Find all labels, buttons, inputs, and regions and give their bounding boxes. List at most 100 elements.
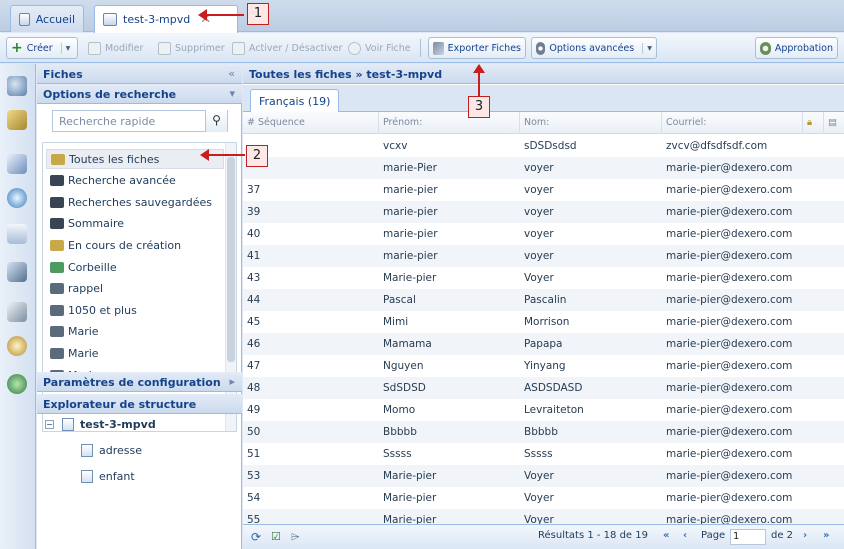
page-input[interactable]: 1	[730, 529, 766, 545]
search-icon[interactable]: ⚲	[205, 110, 227, 132]
table-row[interactable]: 44 Pascal Pascalin marie-pier@dexero.com	[243, 289, 844, 311]
network-icon[interactable]	[7, 76, 27, 96]
fiches-header[interactable]: Fiches «	[37, 64, 242, 84]
delete-icon	[158, 41, 171, 55]
list-item-label: Toutes les fiches	[69, 152, 160, 166]
table-cell: Marie-pier	[383, 272, 437, 284]
last-page-icon[interactable]: »	[823, 530, 829, 541]
tree-node-adresse[interactable]: adresse	[81, 444, 142, 457]
scrollbar-thumb[interactable]	[227, 157, 235, 362]
callout-arrow-1	[204, 14, 244, 16]
list-item[interactable]: Corbeille	[46, 257, 224, 277]
table-cell: Pascalin	[524, 294, 567, 306]
list-item[interactable]: Recherche avancée	[46, 171, 224, 191]
table-cell: Levraiteton	[524, 404, 584, 416]
tab-accueil[interactable]: Accueil	[10, 5, 84, 32]
tools-icon[interactable]	[7, 302, 27, 322]
table-row[interactable]: 54 Marie-pier Voyer marie-pier@dexero.com	[243, 487, 844, 509]
table-row[interactable]: 43 Marie-pier Voyer marie-pier@dexero.com	[243, 267, 844, 289]
table-row[interactable]: 50 Bbbbb Bbbbb marie-pier@dexero.com	[243, 421, 844, 443]
list-item[interactable]: Marie	[46, 322, 224, 342]
lock-icon[interactable]: 🔒︎	[803, 112, 824, 134]
table-row[interactable]: marie-Pier voyer marie-pier@dexero.com	[243, 157, 844, 179]
table-row[interactable]: 39 marie-pier voyer marie-pier@dexero.com	[243, 201, 844, 223]
cards-icon[interactable]	[7, 110, 27, 130]
column-courriel[interactable]: Courriel:	[662, 112, 803, 134]
chevron-down-icon[interactable]: ▾	[642, 42, 652, 54]
table-row[interactable]: 53 Marie-pier Voyer marie-pier@dexero.com	[243, 465, 844, 487]
approval-button[interactable]: Approbation	[755, 37, 838, 59]
list-item[interactable]: Toutes les fiches	[46, 149, 224, 169]
table-row[interactable]: 45 Mimi Morrison marie-pier@dexero.com	[243, 311, 844, 333]
list-item[interactable]: 1050 et plus	[46, 300, 224, 320]
search-settings-icon[interactable]	[7, 336, 27, 356]
create-button[interactable]: + Créer ▾	[6, 37, 78, 59]
form-icon	[62, 418, 74, 431]
table-row[interactable]: 46 Mamama Papapa marie-pier@dexero.com	[243, 333, 844, 355]
table-row[interactable]: vcxv sDSDsdsd zvcv@dfsdfsdf.com	[243, 135, 844, 157]
delete-button[interactable]: Supprimer	[154, 37, 229, 59]
modify-button[interactable]: Modifier	[84, 37, 147, 59]
columns-menu-icon[interactable]: ▤	[824, 112, 844, 134]
table-cell: Mamama	[383, 338, 432, 350]
list-item[interactable]: Recherches sauvegardées	[46, 192, 224, 212]
filter-icon[interactable]: ⌲	[291, 530, 300, 544]
chevron-down-icon[interactable]: ▾	[60, 42, 70, 54]
chart-icon[interactable]	[7, 224, 27, 244]
view-button[interactable]: Voir Fiche	[344, 37, 415, 59]
list-item[interactable]: Sommaire	[46, 214, 224, 234]
table-row[interactable]: 41 marie-pier voyer marie-pier@dexero.com	[243, 245, 844, 267]
next-page-icon[interactable]: ›	[803, 530, 807, 541]
table-cell: voyer	[524, 206, 554, 218]
tree-node-enfant[interactable]: enfant	[81, 470, 135, 483]
column-sequence[interactable]: # Séquence	[243, 112, 379, 134]
tree-collapse-icon[interactable]: −	[45, 420, 54, 429]
list-item[interactable]: rappel	[46, 279, 224, 299]
column-nom[interactable]: Nom:	[520, 112, 662, 134]
tree-root[interactable]: − test-3-mpvd	[45, 418, 156, 431]
card-edit-icon	[50, 239, 64, 251]
globe-settings-icon[interactable]	[7, 188, 27, 208]
table-row[interactable]: 40 marie-pier voyer marie-pier@dexero.com	[243, 223, 844, 245]
refresh-icon[interactable]: ⟳	[251, 530, 261, 544]
list-item[interactable]: En cours de création	[46, 235, 224, 255]
tab-test-3-mpvd[interactable]: test-3-mpvd ✕	[94, 5, 238, 33]
form-edit-icon[interactable]	[7, 154, 27, 174]
table-row[interactable]: 47 Nguyen Yinyang marie-pier@dexero.com	[243, 355, 844, 377]
list-item[interactable]: Marie	[46, 343, 224, 363]
advanced-label: Options avancées	[549, 42, 635, 54]
table-cell: 39	[247, 206, 261, 218]
explorer-header[interactable]: Explorateur de structure	[37, 394, 242, 414]
list-item-label: Recherche avancée	[68, 174, 176, 188]
chevron-down-icon[interactable]: ▾	[229, 87, 235, 100]
quick-search-input[interactable]: Recherche rapide ⚲	[52, 110, 228, 132]
card-icon	[51, 153, 65, 165]
table-row[interactable]: 51 Sssss Sssss marie-pier@dexero.com	[243, 443, 844, 465]
column-prenom[interactable]: Prénom:	[379, 112, 520, 134]
table-row[interactable]: 48 SdSDSD ASDSDASD marie-pier@dexero.com	[243, 377, 844, 399]
config-header[interactable]: Paramètres de configuration ▸	[37, 372, 242, 392]
chevron-right-icon[interactable]: ▸	[229, 375, 235, 388]
search-options-header[interactable]: Options de recherche ▾	[37, 84, 242, 104]
table-row[interactable]: 37 marie-pier voyer marie-pier@dexero.com	[243, 179, 844, 201]
checkbox-icon[interactable]: ☑	[271, 530, 281, 543]
tab-bar: Accueil test-3-mpvd ✕	[0, 0, 844, 33]
main-panel: Toutes les fiches » test-3-mpvd Français…	[243, 64, 844, 549]
module-icon-strip	[0, 64, 36, 549]
prev-page-icon[interactable]: ‹	[683, 530, 687, 541]
first-page-icon[interactable]: «	[663, 530, 669, 541]
home-icon	[19, 12, 30, 26]
form-icon	[103, 13, 117, 26]
globe-icon[interactable]	[7, 374, 27, 394]
view-icon	[348, 41, 361, 55]
toggle-button[interactable]: Activer / Désactiver	[228, 37, 346, 59]
tab-francais[interactable]: Français (19)	[250, 89, 340, 112]
table-cell: marie-pier@dexero.com	[666, 448, 793, 460]
export-button[interactable]: Exporter Fiches	[428, 37, 526, 59]
advanced-options-button[interactable]: Options avancées ▾	[531, 37, 657, 59]
table-cell: marie-pier@dexero.com	[666, 250, 793, 262]
collapse-left-icon[interactable]: «	[228, 67, 235, 80]
group-icon	[50, 347, 64, 359]
layers-icon[interactable]	[7, 262, 27, 282]
table-row[interactable]: 49 Momo Levraiteton marie-pier@dexero.com	[243, 399, 844, 421]
